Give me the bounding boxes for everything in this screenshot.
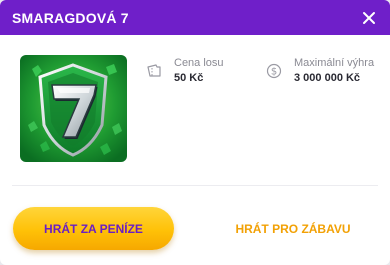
emerald-seven-logo (20, 55, 127, 162)
ticket-icon (147, 64, 161, 77)
modal-content: Cena losu 50 Kč $ Maximální výhra 3 000 … (0, 35, 390, 185)
ticket-price-value: 50 Kč (174, 72, 204, 84)
play-for-fun-button[interactable]: HRÁT PRO ZÁBAVU (228, 218, 358, 240)
divider (12, 185, 378, 186)
dollar-coin-icon: $ (266, 63, 282, 79)
game-modal: SMARAGDOVÁ 7 Cena losu 50 Kč $ Maximální… (0, 0, 390, 265)
svg-text:$: $ (271, 67, 277, 78)
max-win-label: Maximální výhra (294, 57, 375, 69)
max-win-info: $ Maximální výhra 3 000 000 Kč (266, 57, 374, 85)
ticket-price-info: Cena losu 50 Kč (146, 57, 224, 85)
modal-title: SMARAGDOVÁ 7 (12, 9, 129, 26)
modal-header: SMARAGDOVÁ 7 (0, 0, 390, 35)
play-for-money-button[interactable]: HRÁT ZA PENÍZE (13, 207, 174, 250)
max-win-value: 3 000 000 Kč (294, 72, 361, 84)
ticket-price-label: Cena losu (174, 57, 224, 69)
close-button[interactable] (360, 9, 378, 27)
game-thumbnail (20, 55, 127, 162)
close-icon (363, 11, 375, 24)
